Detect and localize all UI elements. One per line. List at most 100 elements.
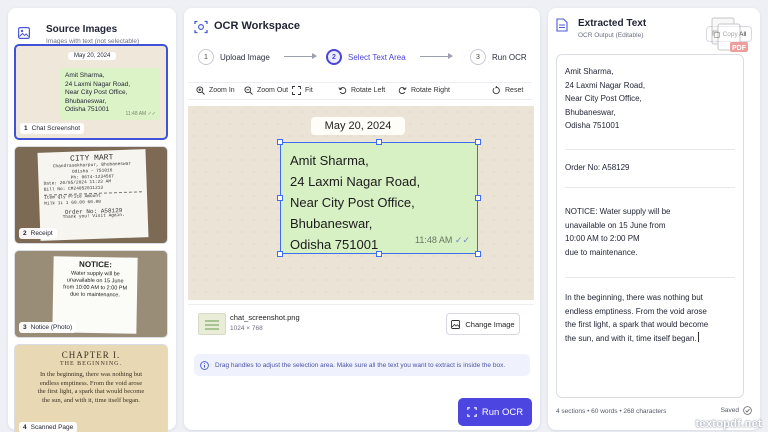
- resize-handle-s[interactable]: [376, 251, 382, 257]
- run-ocr-label: Run OCR: [481, 406, 524, 418]
- step-select-text-area[interactable]: 2 Select Text Area: [326, 48, 406, 66]
- resize-handle-sw[interactable]: [277, 251, 283, 257]
- document-icon: [556, 18, 568, 32]
- reset-label: Reset: [505, 87, 524, 94]
- text-line: In the beginning, there was nothing but: [565, 293, 703, 302]
- page-line: In the beginning, there was nothing but: [40, 371, 142, 378]
- text-caret: [697, 331, 699, 342]
- reset-icon: [492, 86, 500, 95]
- thumb-line: Near City Post Office,: [65, 89, 128, 96]
- thumb-line: Amit Sharma,: [65, 72, 105, 79]
- thumb-time: 11:48 AM ✓✓: [125, 110, 156, 117]
- extracted-text-editor[interactable]: Amit Sharma, 24 Laxmi Nagar Road, Near C…: [556, 54, 744, 398]
- run-ocr-button[interactable]: Run OCR: [458, 398, 532, 426]
- resize-handle-se[interactable]: [475, 251, 481, 257]
- text-line: Order No: A58129: [565, 163, 630, 172]
- step-label: Select Text Area: [348, 52, 406, 62]
- chapter-subheading: THE BEGINNING.: [60, 360, 122, 367]
- watermark-text: textopdf.net: [695, 418, 762, 430]
- image-canvas[interactable]: May 20, 2024 Amit Sharma, 24 Laxmi Nagar…: [188, 106, 534, 300]
- rotate-right-icon: [398, 87, 407, 94]
- page-line: endless emptiness. From the void arose: [39, 379, 143, 387]
- ocr-workspace-panel: OCR Workspace 1 Upload Image 2 Select Te…: [184, 8, 540, 430]
- fit-button[interactable]: Fit: [292, 86, 313, 95]
- zoom-in-button[interactable]: Zoom In: [196, 86, 235, 95]
- svg-text:PDF: PDF: [732, 45, 747, 52]
- zoom-in-label: Zoom In: [209, 87, 235, 94]
- step-upload-image[interactable]: 1 Upload Image: [198, 48, 270, 66]
- rotate-left-label: Rotate Left: [351, 87, 386, 94]
- image-icon: [451, 319, 461, 329]
- step-number: 3: [470, 49, 486, 65]
- text-line: Bhubaneswar,: [565, 107, 616, 117]
- resize-handle-ne[interactable]: [475, 139, 481, 145]
- text-line: endless emptiness. From the void arose: [565, 306, 707, 316]
- step-arrow-icon: [284, 53, 317, 59]
- thumb-chat-screenshot[interactable]: May 20, 2024 Amit Sharma, 24 Laxmi Nagar…: [14, 44, 168, 140]
- extracted-text-title: Extracted Text: [578, 18, 647, 29]
- text-line: the sun, and with it, time itself began.: [565, 333, 697, 343]
- resize-handle-nw[interactable]: [277, 139, 283, 145]
- hint-text: Drag handles to adjust the selection are…: [215, 361, 506, 369]
- check-circle-icon: [743, 406, 752, 415]
- save-status-label: Saved: [720, 407, 739, 414]
- canvas-date-chip: May 20, 2024: [311, 117, 405, 135]
- zoom-out-button[interactable]: Zoom Out: [244, 86, 288, 95]
- rotate-left-button[interactable]: Rotate Left: [338, 86, 385, 95]
- scan-icon: [194, 20, 208, 34]
- text-line: Near City Post Office,: [565, 94, 642, 103]
- rotate-left-icon: [338, 87, 347, 94]
- fit-label: Fit: [305, 87, 313, 94]
- textopdf-logo-icon: PDF: [711, 17, 748, 52]
- section-divider: [565, 187, 735, 188]
- change-image-label: Change Image: [465, 319, 515, 329]
- zoom-in-icon: [196, 86, 205, 95]
- text-line: due to maintenance.: [565, 247, 638, 257]
- fit-icon: [292, 86, 301, 95]
- thumb-label: 2 Receipt: [19, 228, 57, 239]
- text-line: unavailable on 15 June from: [565, 220, 666, 230]
- file-name: chat_screenshot.png: [230, 313, 300, 322]
- thumb-line: 24 Laxmi Nagar Road,: [65, 80, 131, 88]
- resize-handle-e[interactable]: [475, 195, 481, 201]
- save-status: Saved: [721, 406, 752, 415]
- notice-line: due to maintenance.: [70, 291, 120, 299]
- step-arrow-icon: [420, 53, 453, 59]
- text-section: NOTICE: Water supply will be unavailable…: [565, 205, 737, 259]
- text-line: 10:00 AM to 2:00 PM: [565, 234, 640, 243]
- resize-handle-w[interactable]: [277, 195, 283, 201]
- reset-button[interactable]: Reset: [492, 86, 523, 95]
- text-stats: 4 sections • 60 words • 268 characters: [556, 408, 667, 415]
- text-line: NOTICE: Water supply will be: [565, 207, 671, 216]
- source-images-panel: Source Images Images with text (not sele…: [8, 8, 176, 432]
- text-section: Amit Sharma, 24 Laxmi Nagar Road, Near C…: [565, 65, 737, 133]
- thumb-line: Bhubaneswar,: [65, 97, 107, 105]
- rotate-right-button[interactable]: Rotate Right: [398, 86, 450, 95]
- rotate-right-label: Rotate Right: [411, 87, 450, 94]
- section-divider: [565, 149, 735, 150]
- step-number: 1: [198, 49, 214, 65]
- thumb-scanned-page[interactable]: CHAPTER I. THE BEGINNING. In the beginni…: [14, 344, 168, 432]
- thumb-chat-bubble: Amit Sharma, 24 Laxmi Nagar Road, Near C…: [60, 68, 160, 120]
- thumb-label: 4 Scanned Page: [19, 422, 78, 432]
- step-run-ocr[interactable]: 3 Run OCR: [470, 48, 527, 66]
- scanned-page-text: CHAPTER I. THE BEGINNING. In the beginni…: [23, 351, 159, 405]
- text-line: Amit Sharma,: [565, 67, 614, 76]
- text-line: the first light, a spark that would beco…: [565, 320, 709, 329]
- hint-banner: Drag handles to adjust the selection are…: [194, 354, 530, 376]
- zoom-out-label: Zoom Out: [257, 87, 289, 94]
- image-icon: [18, 26, 31, 40]
- page-line: the first light, a spark that would beco…: [37, 388, 145, 395]
- thumb-notice-photo[interactable]: NOTICE: Water supply will be unavailable…: [14, 250, 168, 338]
- step-number: 2: [326, 49, 342, 65]
- notice-heading: NOTICE:: [79, 259, 113, 270]
- selection-box[interactable]: [277, 139, 481, 257]
- resize-handle-n[interactable]: [376, 139, 382, 145]
- step-label: Upload Image: [220, 52, 270, 62]
- change-image-button[interactable]: Change Image: [446, 313, 520, 335]
- file-thumbnail: [198, 313, 226, 335]
- thumb-receipt[interactable]: CITY MART Chandrasekharpur, Bhubaneswar …: [14, 146, 168, 244]
- file-dimensions: 1024 × 768: [230, 325, 263, 332]
- step-label: Run OCR: [492, 52, 527, 62]
- file-info-bar: chat_screenshot.png 1024 × 768 Change Im…: [188, 304, 534, 344]
